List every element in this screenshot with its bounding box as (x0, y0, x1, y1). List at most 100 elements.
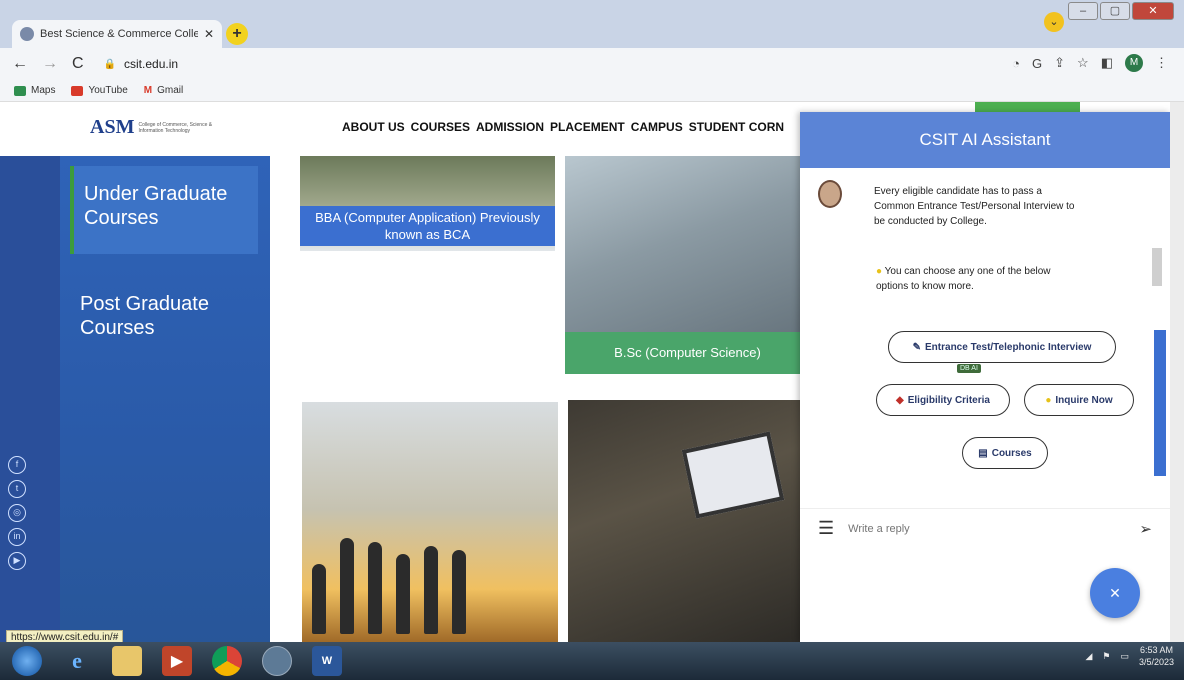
bookmark-maps[interactable]: Maps (14, 85, 55, 96)
page-scrollbar[interactable] (1170, 102, 1184, 642)
clock[interactable]: 6:53 AM 3/5/2023 (1139, 644, 1174, 668)
network-icon[interactable]: ◢ (1085, 651, 1092, 662)
nav-courses[interactable]: COURSES (411, 120, 470, 134)
maps-icon (14, 85, 26, 96)
new-tab-button[interactable]: + (226, 23, 248, 45)
gmail-icon: M (143, 85, 153, 96)
extension-icon[interactable]: ◔ (1012, 56, 1020, 71)
window-controls: ‒ ▢ ✕ (1068, 2, 1174, 20)
bookmark-youtube[interactable]: YouTube (71, 85, 128, 96)
chat-message: Every eligible candidate has to pass a C… (874, 186, 1075, 227)
diamond-icon: ◆ (896, 394, 904, 406)
url-field[interactable]: 🔒 csit.edu.in (104, 57, 178, 71)
option-inquire-button[interactable]: ● Inquire Now (1024, 384, 1134, 416)
courses-sidebar: Under Graduate Courses Post Graduate Cou… (0, 156, 270, 642)
media-player-icon[interactable]: ▶ (162, 646, 192, 676)
logo-subtitle: College of Commerce, Science & Informati… (138, 121, 213, 134)
youtube-icon (71, 85, 84, 96)
chrome-active-icon[interactable] (262, 646, 292, 676)
reload-icon[interactable]: C (72, 55, 84, 73)
chat-widget: CSIT AI Assistant Every eligible candida… (800, 112, 1170, 642)
course-image-analytics[interactable] (568, 400, 808, 642)
hamburger-menu-icon[interactable]: ☰ (818, 518, 834, 539)
option-label: Inquire Now (1055, 394, 1113, 406)
youtube-social-icon[interactable]: ▶ (8, 552, 26, 570)
browser-tab[interactable]: Best Science & Commerce Colle ✕ (12, 20, 222, 48)
site-logo[interactable]: ASM College of Commerce, Science & Infor… (90, 116, 228, 139)
linkedin-icon[interactable]: in (8, 528, 26, 546)
logo-mark: ASM (90, 116, 135, 138)
battery-icon[interactable]: ▭ (1120, 651, 1129, 662)
flag-icon[interactable]: ⚑ (1102, 651, 1110, 662)
facebook-icon[interactable]: f (8, 456, 26, 474)
course-image-business[interactable] (302, 402, 558, 642)
nav-about-us[interactable]: ABOUT US (342, 120, 405, 134)
clock-time: 6:53 AM (1139, 645, 1173, 655)
close-window-button[interactable]: ✕ (1132, 2, 1174, 20)
browser-tab-bar: Best Science & Commerce Colle ✕ + ⌄ ‒ ▢ … (0, 0, 1184, 48)
bookmarks-bar: Maps YouTube M Gmail (0, 80, 1184, 102)
tab-search-icon[interactable]: ⌄ (1044, 12, 1064, 32)
option-label: Courses (991, 447, 1032, 459)
back-icon[interactable]: ← (12, 55, 28, 73)
forward-icon[interactable]: → (42, 55, 58, 73)
lightbulb-icon: ● (876, 266, 883, 277)
send-icon[interactable]: ➢ (1139, 520, 1152, 538)
bookmark-label: Maps (31, 85, 56, 96)
sidebar-item-post-graduate[interactable]: Post Graduate Courses (80, 292, 250, 340)
clock-date: 3/5/2023 (1138, 657, 1174, 667)
chat-scrollbar-track[interactable] (1152, 248, 1162, 286)
option-entrance-test-button[interactable]: ✎ Entrance Test/Telephonic Interview (888, 331, 1116, 363)
chat-scrollbar-thumb[interactable] (1154, 330, 1166, 476)
chat-message-text: You can choose any one of the below opti… (876, 266, 1051, 292)
option-courses-button[interactable]: ▤ Courses (962, 437, 1048, 469)
chrome-icon[interactable] (212, 646, 242, 676)
nav-campus[interactable]: CAMPUS (631, 120, 683, 134)
bot-avatar (818, 180, 842, 208)
profile-avatar[interactable]: M (1125, 54, 1143, 72)
internet-explorer-icon[interactable]: e (62, 646, 92, 676)
lock-icon: 🔒 (103, 58, 117, 70)
start-button[interactable] (12, 646, 42, 676)
lightbulb-icon: ● (1045, 394, 1052, 406)
course-card-label: B.Sc (Computer Science) (565, 332, 810, 374)
option-label: Entrance Test/Telephonic Interview (925, 341, 1092, 353)
laptop-image (681, 431, 785, 519)
chat-close-button[interactable]: ✕ (1090, 568, 1140, 618)
nav-accent-bar (975, 102, 1080, 112)
url-text: csit.edu.in (124, 57, 179, 71)
word-icon[interactable]: W (312, 646, 342, 676)
browser-toolbar: ◔ G ⇪ ☆ ◧ M ⋮ (1012, 54, 1168, 72)
os-taskbar: e ▶ W ◢ ⚑ ▭ 6:53 AM 3/5/2023 (0, 642, 1184, 680)
address-bar: ← → C 🔒 csit.edu.in ◔ G ⇪ ☆ ◧ M ⋮ (0, 48, 1184, 80)
bookmark-label: Gmail (157, 85, 184, 96)
reply-input[interactable] (848, 522, 1126, 535)
sidebar-item-under-graduate[interactable]: Under Graduate Courses (70, 166, 258, 254)
tab-close-icon[interactable]: ✕ (204, 27, 214, 41)
course-card-label: BBA (Computer Application) Previously kn… (300, 206, 555, 246)
nav-student-corner[interactable]: STUDENT CORN (689, 120, 784, 134)
google-icon[interactable]: G (1032, 56, 1042, 71)
bookmark-star-icon[interactable]: ☆ (1077, 55, 1089, 71)
instagram-icon[interactable]: ◎ (8, 504, 26, 522)
maximize-button[interactable]: ▢ (1100, 2, 1130, 20)
share-icon[interactable]: ⇪ (1054, 55, 1065, 71)
kebab-menu-icon[interactable]: ⋮ (1155, 55, 1168, 71)
nav-admission[interactable]: ADMISSION (476, 120, 544, 134)
option-label: Eligibility Criteria (907, 394, 990, 406)
social-links: f t ◎ in ▶ (8, 456, 26, 570)
course-card-bba[interactable]: BBA (Computer Application) Previously kn… (300, 156, 555, 251)
sidepanel-icon[interactable]: ◧ (1101, 55, 1113, 71)
nav-placement[interactable]: PLACEMENT (550, 120, 625, 134)
minimize-button[interactable]: ‒ (1068, 2, 1098, 20)
chat-message-options-prompt: ● You can choose any one of the below op… (876, 264, 1056, 294)
twitter-icon[interactable]: t (8, 480, 26, 498)
book-icon: ▤ (978, 447, 988, 459)
main-nav: ABOUT US COURSES ADMISSION PLACEMENT CAM… (342, 120, 784, 134)
bookmark-label: YouTube (88, 85, 128, 96)
option-eligibility-button[interactable]: ◆ Eligibility Criteria (876, 384, 1010, 416)
course-card-bsc[interactable]: B.Sc (Computer Science) (565, 156, 810, 374)
bookmark-gmail[interactable]: M Gmail (144, 85, 183, 96)
site-favicon-icon (20, 27, 34, 41)
file-explorer-icon[interactable] (112, 646, 142, 676)
